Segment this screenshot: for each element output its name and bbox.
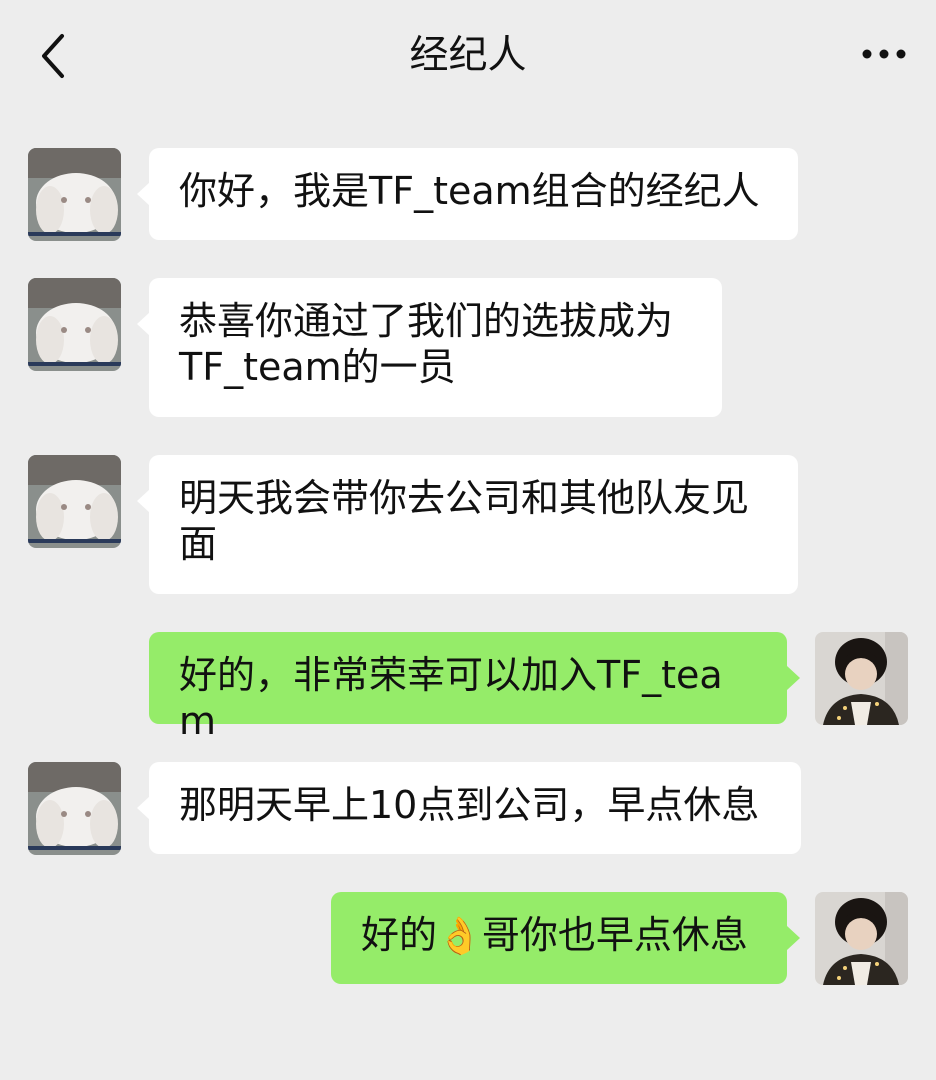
chat-header: 经纪人 <box>0 0 936 112</box>
message-text-after: 哥你也早点休息 <box>481 913 748 957</box>
my-avatar[interactable] <box>815 632 908 725</box>
my-avatar[interactable] <box>815 892 908 985</box>
message-text: 那明天早上10点到公司，早点休息 <box>179 783 760 827</box>
outgoing-message-bubble[interactable]: 好的，非常荣幸可以加入TF_team <box>149 632 787 743</box>
agent-avatar[interactable] <box>28 455 121 548</box>
message-text-before: 好的 <box>361 913 438 957</box>
message-text: 好的，非常荣幸可以加入TF_team <box>179 653 723 743</box>
incoming-message-bubble[interactable]: 明天我会带你去公司和其他队友见面 <box>149 455 798 594</box>
incoming-message-bubble[interactable]: 你好，我是TF_team组合的经纪人 <box>149 148 798 240</box>
incoming-message-bubble[interactable]: 恭喜你通过了我们的选拔成为TF_team的一员 <box>149 278 722 417</box>
bubble-tail <box>787 666 800 690</box>
more-icon[interactable] <box>860 42 908 66</box>
agent-avatar[interactable] <box>28 762 121 855</box>
agent-avatar[interactable] <box>28 148 121 241</box>
message-text: 你好，我是TF_team组合的经纪人 <box>179 169 760 213</box>
chat-title: 经纪人 <box>409 33 527 78</box>
ok-hand-emoji: 👌 <box>437 916 482 957</box>
agent-avatar[interactable] <box>28 278 121 371</box>
message-text: 明天我会带你去公司和其他队友见面 <box>179 476 750 566</box>
outgoing-message-bubble[interactable]: 好的👌哥你也早点休息 <box>331 892 787 984</box>
incoming-message-bubble[interactable]: 那明天早上10点到公司，早点休息 <box>149 762 801 854</box>
message-text: 恭喜你通过了我们的选拔成为TF_team的一员 <box>179 299 674 389</box>
bubble-tail <box>787 926 800 950</box>
